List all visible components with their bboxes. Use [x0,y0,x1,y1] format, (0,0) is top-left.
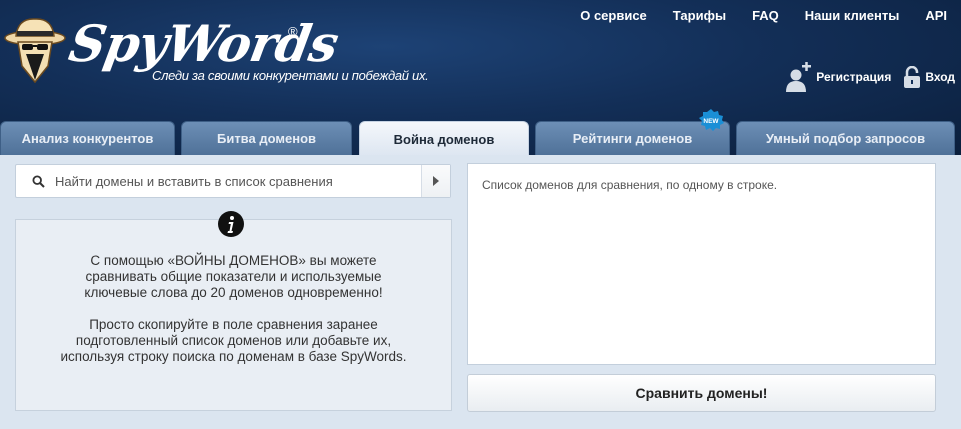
info-paragraph-2: Просто скопируйте в поле сравнения заран… [60,317,407,364]
domain-list-textarea[interactable] [467,163,936,365]
register-label: Регистрация [816,70,892,84]
nav-pricing[interactable]: Тарифы [673,8,726,24]
top-navigation: О сервисе Тарифы FAQ Наши клиенты API [554,8,947,24]
lock-icon [904,66,921,88]
tab-domain-war[interactable]: Война доменов [359,121,529,156]
nav-clients[interactable]: Наши клиенты [805,8,900,24]
info-box: С помощью «ВОЙНЫ ДОМЕНОВ» вы можете срав… [15,219,452,411]
search-icon [32,174,45,188]
brand-logo-text[interactable]: SpyWords [65,14,342,73]
new-badge-label: NEW [703,118,719,125]
new-badge-icon: NEW [699,109,724,131]
registered-mark: ® [288,24,298,39]
auth-links: Регистрация Вход [786,62,955,92]
search-submit-button[interactable] [421,165,450,197]
tab-smart-query-selection[interactable]: Умный подбор запросов [736,121,955,155]
nav-faq[interactable]: FAQ [752,8,779,24]
add-user-icon [786,62,812,92]
play-arrow-icon [433,176,439,186]
brand-tagline: Следи за своими конкурентами и побеждай … [152,68,429,83]
tab-domain-battle[interactable]: Битва доменов [181,121,352,155]
domain-war-panel: С помощью «ВОЙНЫ ДОМЕНОВ» вы можете срав… [0,155,961,429]
tab-competitor-analysis[interactable]: Анализ конкурентов [0,121,175,155]
domain-search [15,164,451,198]
info-paragraph-1: С помощью «ВОЙНЫ ДОМЕНОВ» вы можете срав… [84,253,383,300]
nav-api[interactable]: API [925,8,947,24]
login-link[interactable]: Вход [903,66,955,88]
nav-about[interactable]: О сервисе [580,8,647,24]
main-tabs: Анализ конкурентов Битва доменов Война д… [0,121,961,156]
spy-logo-icon[interactable] [4,14,66,86]
login-label: Вход [925,70,955,84]
info-text: С помощью «ВОЙНЫ ДОМЕНОВ» вы можете срав… [16,220,451,365]
info-icon [218,211,244,237]
compare-domains-button[interactable]: Сравнить домены! [467,374,936,412]
register-link[interactable]: Регистрация [786,62,891,92]
domain-search-input[interactable] [53,172,421,190]
